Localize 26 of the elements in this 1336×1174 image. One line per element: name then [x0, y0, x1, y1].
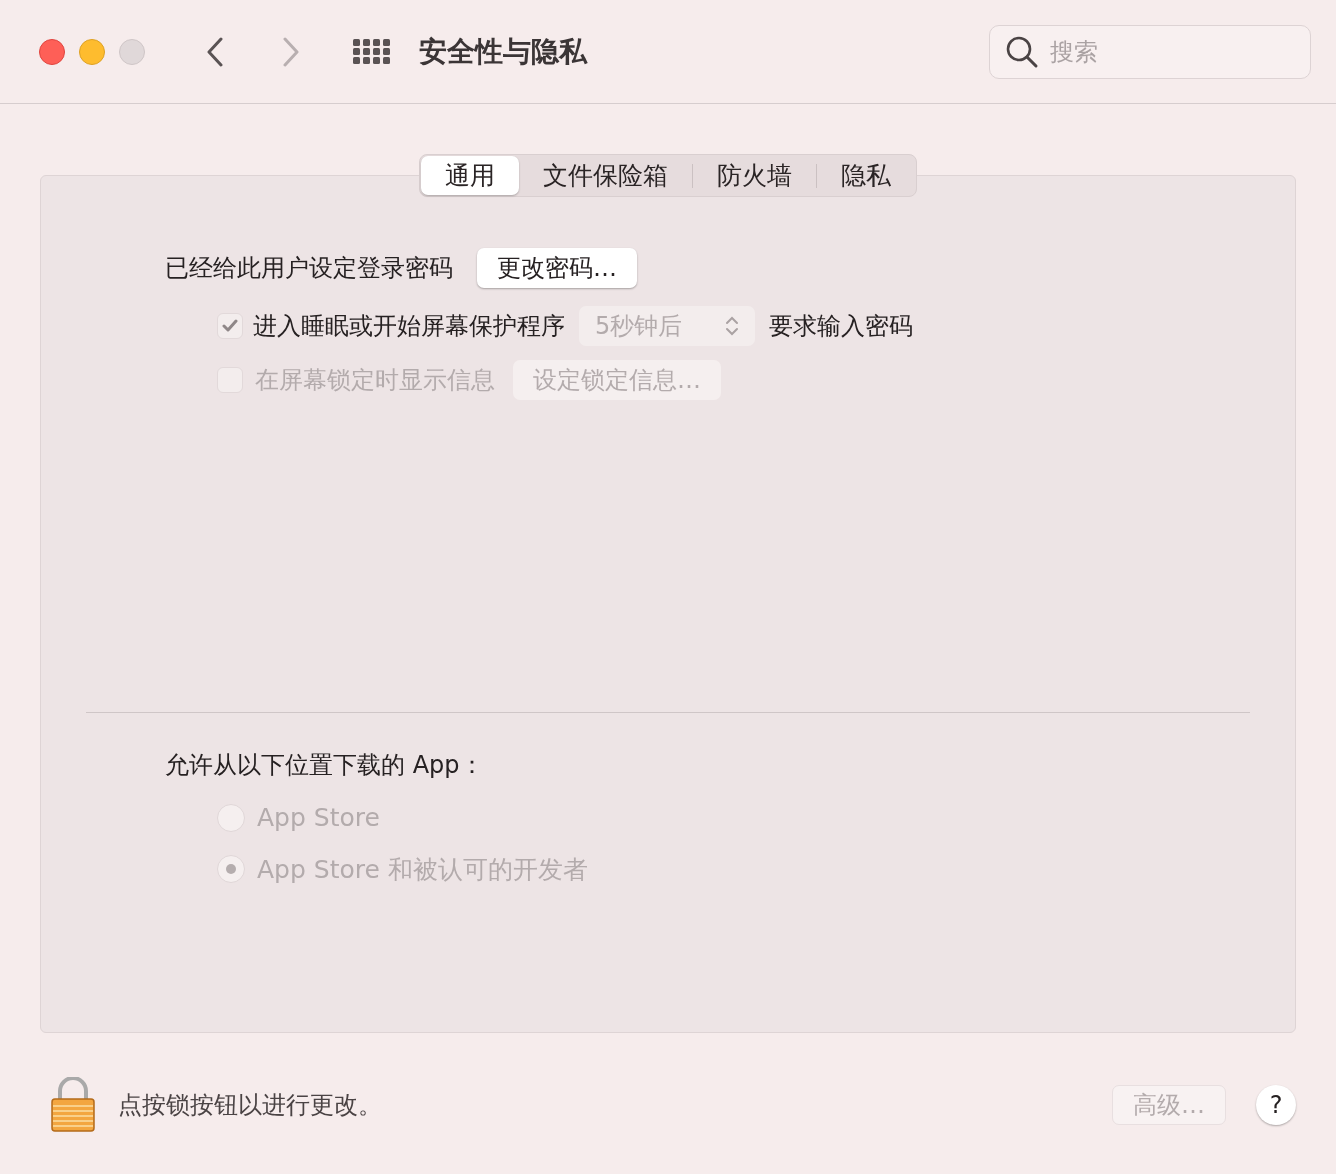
suffix-label: 要求输入密码 — [769, 311, 913, 342]
radio-label: App Store — [257, 802, 380, 834]
back-icon[interactable] — [205, 36, 225, 67]
grid-icon[interactable] — [353, 38, 391, 65]
forward-icon[interactable] — [281, 36, 301, 67]
radio-label: App Store 和被认可的开发者 — [257, 853, 588, 886]
help-button[interactable]: ? — [1256, 1085, 1296, 1125]
change-password-button[interactable]: 更改密码… — [477, 248, 637, 288]
lock-hint: 点按锁按钮以进行更改。 — [118, 1090, 382, 1121]
stepper-icon — [725, 314, 739, 338]
password-label: 已经给此用户设定登录密码 — [165, 253, 453, 284]
search-icon — [1005, 34, 1039, 69]
search-field[interactable]: 搜索 — [989, 24, 1311, 79]
lock-icon[interactable] — [50, 1077, 96, 1133]
tab[interactable]: 隐私 — [817, 156, 915, 195]
zoom-button[interactable] — [119, 38, 145, 65]
downloads-label: 允许从以下位置下载的 App： — [165, 750, 485, 781]
checkbox-label: 进入睡眠或开始屏幕保护程序 — [253, 311, 565, 342]
checkbox-label: 在屏幕锁定时显示信息 — [255, 365, 495, 396]
close-button[interactable] — [39, 38, 65, 65]
tab[interactable]: 文件保险箱 — [519, 156, 692, 195]
tab[interactable]: 通用 — [421, 156, 519, 195]
window-title: 安全性与隐私 — [419, 33, 587, 70]
tab[interactable]: 防火墙 — [693, 156, 816, 195]
minimize-button[interactable] — [79, 38, 105, 65]
checkmark-icon — [222, 319, 238, 333]
